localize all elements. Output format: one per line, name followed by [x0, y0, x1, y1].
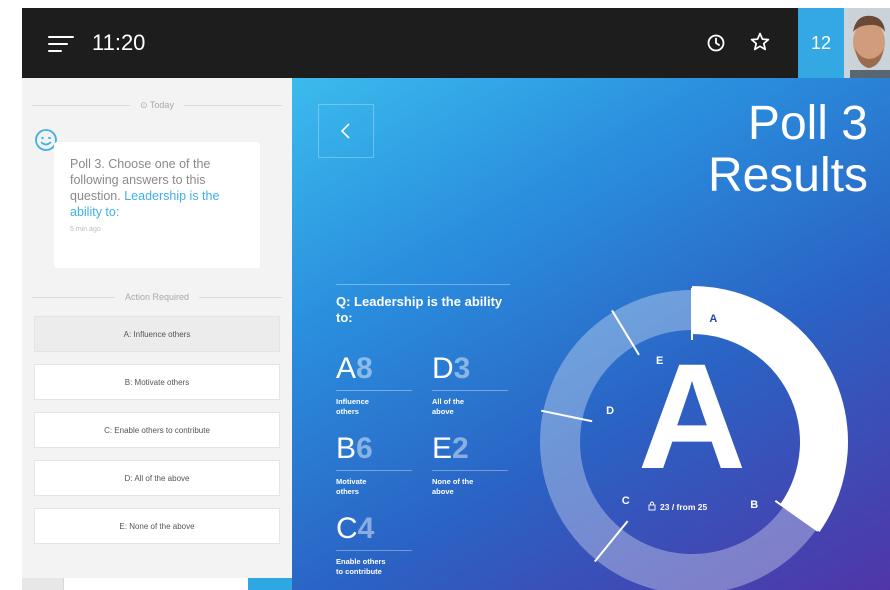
donut-label-a: A [709, 313, 717, 325]
notification-count-badge[interactable]: 12 [798, 8, 844, 78]
clock-time: 11:20 [92, 30, 146, 55]
message-input[interactable] [64, 578, 248, 590]
message-timestamp: 5 min ago [70, 226, 101, 233]
message-input-bar [22, 578, 292, 590]
result-count: 4 [357, 512, 375, 545]
avatar[interactable] [844, 8, 890, 78]
question-divider [336, 284, 510, 285]
result-label: Motivate [336, 477, 367, 486]
result-label: None of the [432, 477, 474, 486]
app-window: 11:20 12 ⊙ Today Poll 3. Choose one of t… [22, 8, 890, 590]
result-letter: A [336, 352, 357, 385]
result-b: B6 Motivate others [336, 434, 412, 497]
result-count: 2 [452, 432, 469, 465]
poll-message-text: Poll 3. Choose one of the following answ… [70, 157, 220, 219]
result-d: D3 All of the above [432, 354, 508, 417]
result-count: 8 [356, 352, 373, 385]
send-button[interactable] [248, 578, 292, 590]
result-label: above [432, 487, 454, 496]
result-letter: C [336, 512, 358, 545]
votes-count: 23 / from 25 [660, 502, 708, 512]
lock-icon [648, 501, 656, 511]
results-title-line1: Poll 3 [747, 97, 868, 150]
result-letter: B [336, 432, 357, 465]
result-a: A8 Influence others [336, 354, 412, 417]
result-label: others [336, 407, 359, 416]
result-e: E2 None of the above [432, 434, 508, 497]
results-title-line2: Results [707, 149, 868, 202]
top-bar: 11:20 12 [22, 8, 890, 78]
action-required-divider: Action Required [32, 292, 282, 302]
option-b-button[interactable]: B: Motivate others [34, 364, 280, 400]
star-icon[interactable] [748, 30, 772, 54]
option-e-button[interactable]: E: None of the above [34, 508, 280, 544]
chat-panel: ⊙ Today Poll 3. Choose one of the follow… [22, 78, 292, 590]
donut-label-d: D [606, 405, 614, 417]
result-letter: D [432, 352, 454, 385]
result-label: Influence [336, 397, 369, 406]
option-c-button[interactable]: C: Enable others to contribute [34, 412, 280, 448]
back-button[interactable] [318, 104, 374, 158]
results-donut-chart: ABCDE A 23 / from 25 [540, 286, 848, 590]
result-label: others [336, 487, 359, 496]
attach-button[interactable] [22, 578, 64, 590]
result-c: C4 Enable others to contribute [336, 514, 412, 577]
result-letter: E [432, 432, 453, 465]
donut-label-b: B [750, 499, 758, 511]
chevron-left-icon [340, 123, 350, 139]
menu-icon[interactable] [48, 34, 74, 54]
result-count: 3 [453, 352, 471, 385]
donut-segment-d [543, 312, 634, 420]
option-d-button[interactable]: D: All of the above [34, 460, 280, 496]
result-label: Enable others [336, 557, 386, 566]
option-a-button[interactable]: A: Influence others [34, 316, 280, 352]
question-text: Q: Leadership is the ability to: [336, 294, 503, 325]
result-label: All of the [432, 397, 465, 406]
results-panel: Poll 3 Results Q: Leadership is the abil… [292, 78, 890, 590]
history-icon[interactable] [706, 33, 726, 53]
today-divider: ⊙ Today [32, 100, 282, 111]
donut-segment-b [596, 506, 817, 590]
result-count: 6 [356, 432, 373, 465]
poll-message-card: Poll 3. Choose one of the following answ… [54, 142, 260, 268]
donut-segment-c [540, 411, 622, 560]
result-label: above [432, 407, 454, 416]
donut-label-c: C [622, 495, 630, 507]
winner-letter: A [638, 332, 746, 500]
result-label: to contribute [336, 567, 382, 576]
